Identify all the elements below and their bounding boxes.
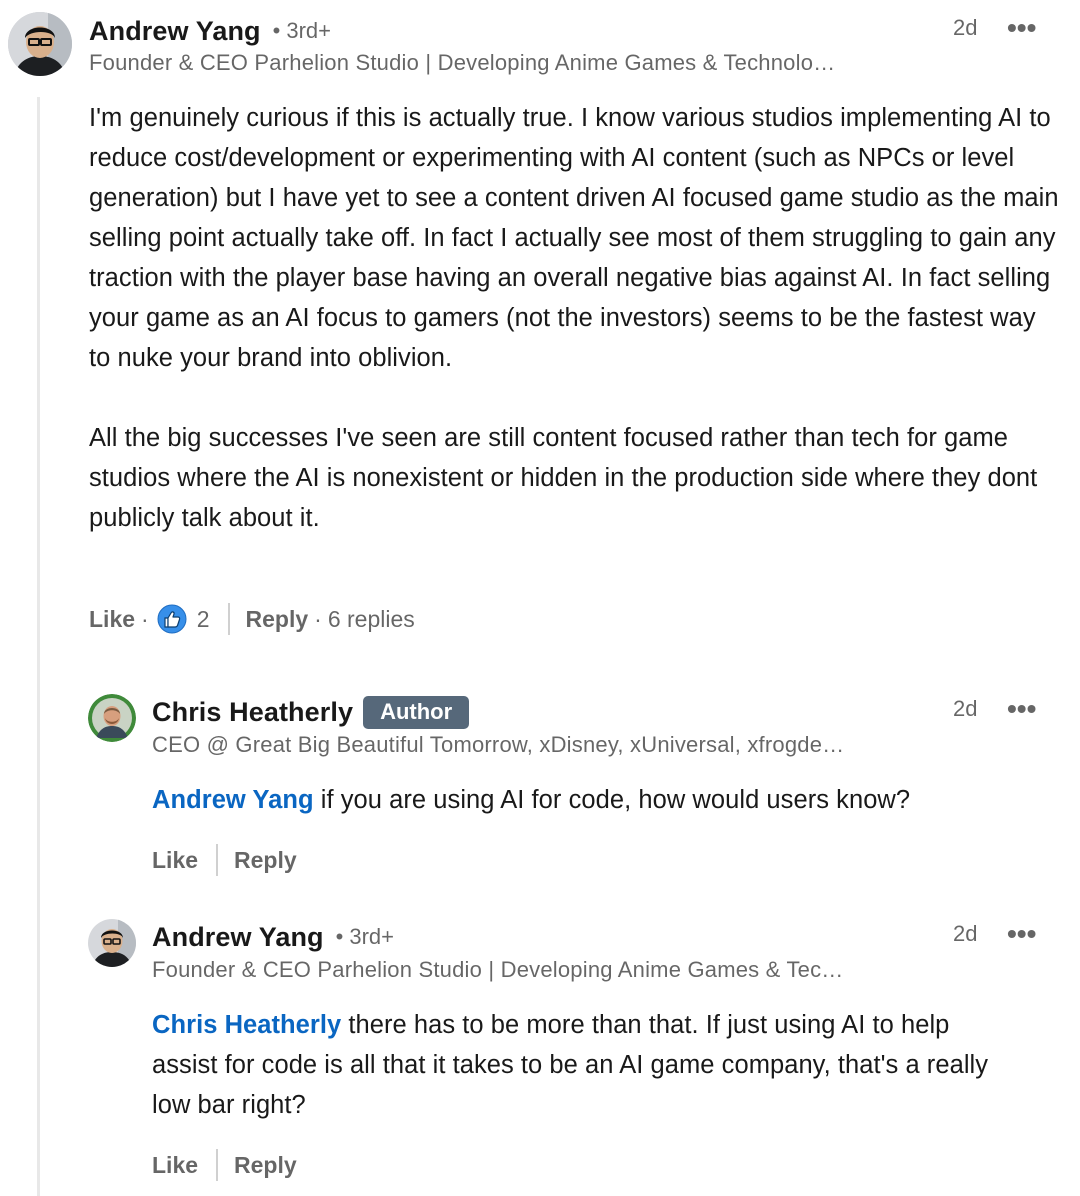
comment-actions: Like Reply xyxy=(152,1147,297,1183)
commenter-name[interactable]: Andrew Yang xyxy=(152,922,324,953)
commenter-name[interactable]: Chris Heatherly xyxy=(152,697,353,728)
comment-actions: Like · 2 Reply · 6 replies xyxy=(89,601,415,637)
separator-dot: · xyxy=(314,605,322,632)
commenter-name[interactable]: Andrew Yang xyxy=(89,16,261,47)
comment-timestamp: 2d xyxy=(953,921,978,946)
author-info: Andrew Yang • 3rd+ xyxy=(89,13,331,49)
reply: Chris Heatherly Author CEO @ Great Big B… xyxy=(0,680,1080,890)
reply: Andrew Yang • 3rd+ Founder & CEO Parhelio… xyxy=(0,905,1080,1196)
like-button[interactable]: Like xyxy=(152,847,198,874)
commenter-headline: Founder & CEO Parhelion Studio | Develop… xyxy=(152,957,844,982)
divider xyxy=(216,844,219,876)
comment-body: I'm genuinely curious if this is actuall… xyxy=(89,98,1064,538)
mention-link[interactable]: Chris Heatherly xyxy=(152,1011,341,1039)
avatar[interactable] xyxy=(8,12,72,76)
degree-label: 3rd+ xyxy=(349,924,395,949)
separator-dot: · xyxy=(141,605,149,632)
reply-button[interactable]: Reply xyxy=(234,1152,297,1179)
like-reaction-icon[interactable] xyxy=(157,604,187,634)
more-options-icon[interactable]: ••• xyxy=(1007,695,1036,723)
reaction-count[interactable]: 2 xyxy=(197,606,210,633)
connection-degree: • 3rd+ xyxy=(273,18,331,44)
replies-count[interactable]: 6 replies xyxy=(328,606,415,633)
like-button[interactable]: Like xyxy=(89,606,135,633)
divider xyxy=(216,1149,219,1181)
comment-timestamp: 2d xyxy=(953,15,978,40)
divider xyxy=(227,603,230,635)
degree-dot: • xyxy=(272,18,281,43)
reply-button[interactable]: Reply xyxy=(234,847,297,874)
comment-paragraph: All the big successes I've seen are stil… xyxy=(89,424,1038,532)
degree-dot: • xyxy=(335,924,344,949)
comment-timestamp: 2d xyxy=(953,696,978,721)
commenter-headline: Founder & CEO Parhelion Studio | Develop… xyxy=(89,50,836,75)
commenter-headline: CEO @ Great Big Beautiful Tomorrow, xDis… xyxy=(152,732,845,757)
comment-body: Chris Heatherly there has to be more tha… xyxy=(152,1005,1012,1125)
comment-actions: Like Reply xyxy=(152,842,297,878)
avatar[interactable] xyxy=(88,694,136,742)
mention-link[interactable]: Andrew Yang xyxy=(152,786,314,814)
author-info: Chris Heatherly Author xyxy=(152,694,470,730)
comment-paragraph: Chris Heatherly there has to be more tha… xyxy=(152,1005,1012,1125)
more-options-icon[interactable]: ••• xyxy=(1007,920,1036,948)
comment-paragraph: Andrew Yang if you are using AI for code… xyxy=(152,780,1052,820)
comment-paragraph: I'm genuinely curious if this is actuall… xyxy=(89,104,1059,372)
comment: Andrew Yang • 3rd+ Founder & CEO Parhelio… xyxy=(0,0,1080,650)
comment-body: Andrew Yang if you are using AI for code… xyxy=(152,780,1052,820)
avatar[interactable] xyxy=(88,919,136,967)
author-badge: Author xyxy=(363,695,470,729)
comment-text: if you are using AI for code, how would … xyxy=(313,786,911,814)
like-button[interactable]: Like xyxy=(152,1152,198,1179)
connection-degree: • 3rd+ xyxy=(336,924,394,950)
reply-button[interactable]: Reply xyxy=(246,606,309,633)
more-options-icon[interactable]: ••• xyxy=(1007,14,1036,42)
degree-label: 3rd+ xyxy=(286,18,332,43)
author-info: Andrew Yang • 3rd+ xyxy=(152,919,394,955)
